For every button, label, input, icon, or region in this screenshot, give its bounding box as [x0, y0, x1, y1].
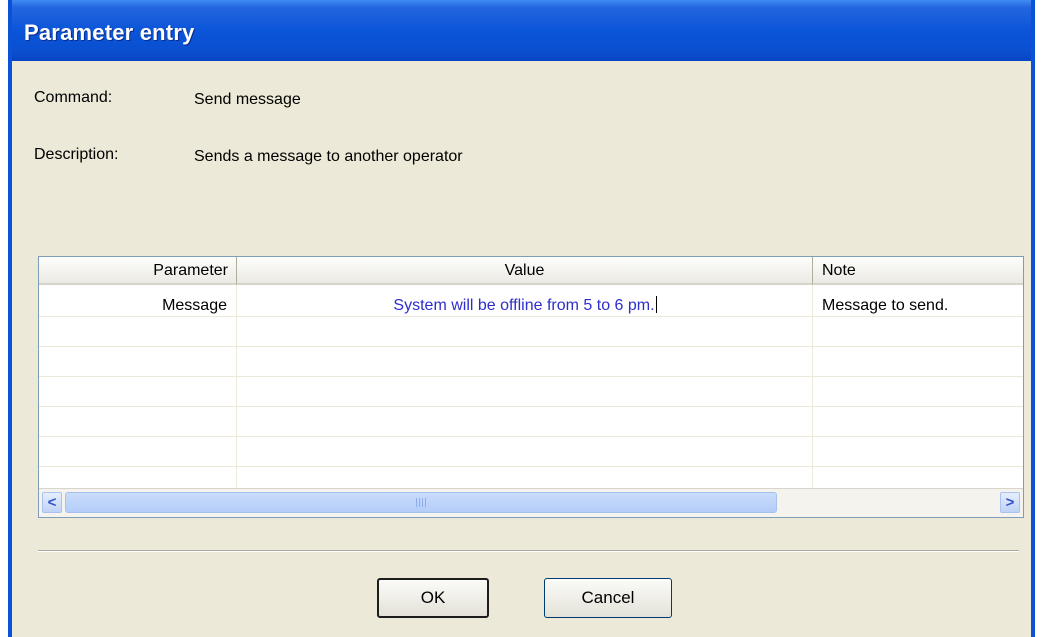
cancel-button[interactable]: Cancel — [544, 578, 672, 618]
value-cell[interactable]: System will be offline from 5 to 6 pm. — [237, 294, 813, 318]
description-value: Sends a message to another operator — [194, 148, 463, 165]
value-text: System will be offline from 5 to 6 pm. — [393, 297, 655, 314]
command-value: Send message — [194, 91, 301, 108]
parameter-entry-dialog: Parameter entry Command: Send message De… — [8, 0, 1035, 637]
scroll-thumb[interactable] — [65, 492, 777, 513]
separator-highlight — [38, 551, 1019, 552]
row-divider — [39, 376, 1023, 377]
row-divider — [39, 346, 1023, 347]
column-header-note[interactable]: Note — [813, 257, 1023, 285]
scroll-right-arrow-icon[interactable]: > — [1000, 492, 1020, 513]
row-divider — [39, 406, 1023, 407]
horizontal-scrollbar[interactable]: < > — [39, 488, 1023, 517]
column-header-parameter[interactable]: Parameter — [39, 257, 237, 285]
scroll-left-arrow-icon[interactable]: < — [42, 492, 62, 513]
parameter-grid[interactable]: Parameter Value Note Message System will… — [38, 256, 1024, 518]
text-cursor — [655, 296, 657, 313]
ok-button[interactable]: OK — [377, 578, 489, 618]
row-divider — [39, 436, 1023, 437]
note-cell: Message to send. — [822, 297, 949, 314]
description-label: Description: — [34, 146, 119, 163]
parameter-cell[interactable]: Message — [39, 294, 227, 318]
grip-icon — [416, 498, 426, 507]
window-title: Parameter entry — [24, 20, 195, 45]
column-header-value[interactable]: Value — [237, 257, 813, 285]
title-bar[interactable]: Parameter entry — [12, 0, 1031, 61]
row-divider — [39, 466, 1023, 467]
command-label: Command: — [34, 89, 113, 106]
